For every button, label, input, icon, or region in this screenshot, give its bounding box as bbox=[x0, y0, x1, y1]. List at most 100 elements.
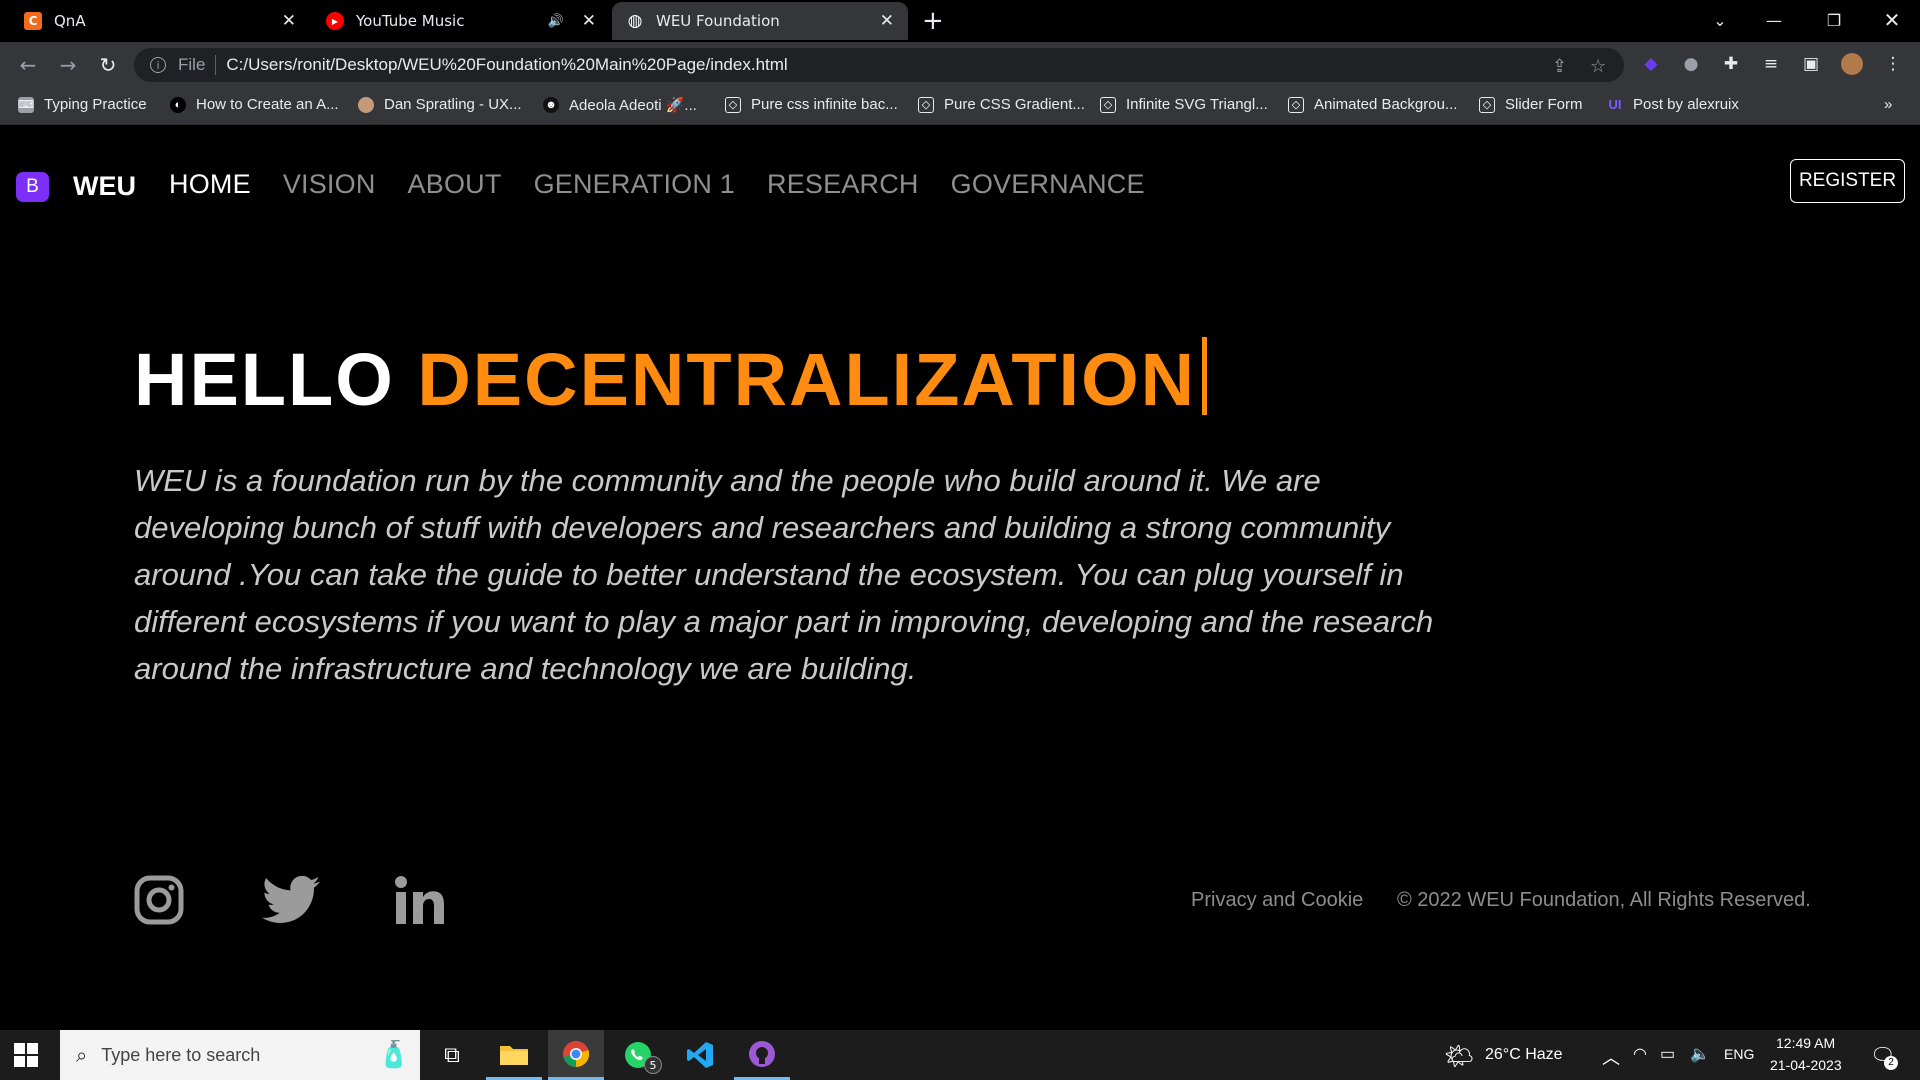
reload-icon[interactable]: ↻ bbox=[94, 51, 122, 79]
hero-paragraph: WEU is a foundation run by the community… bbox=[134, 463, 1434, 686]
bookmark-label: Infinite SVG Triangl... bbox=[1126, 96, 1268, 113]
tab-title: QnA bbox=[54, 12, 86, 30]
codepen-icon: ◇ bbox=[918, 96, 934, 113]
bookmark-adeola-adeoti[interactable]: ☻ Adeola Adeoti 🚀... bbox=[543, 96, 697, 114]
chrome-icon[interactable] bbox=[548, 1030, 604, 1080]
brand-name: WEU bbox=[73, 171, 136, 201]
info-icon[interactable]: i bbox=[150, 57, 166, 73]
bookmark-label: Slider Form bbox=[1505, 96, 1583, 113]
volume-icon[interactable]: 🔈 bbox=[1690, 1044, 1710, 1064]
url-text[interactable]: C:/Users/ronit/Desktop/WEU%20Foundation%… bbox=[226, 55, 787, 75]
bookmarks-bar: ⌨ Typing Practice ◐ How to Create an A... … bbox=[0, 88, 1920, 125]
nav-research[interactable]: RESEARCH bbox=[767, 169, 919, 200]
task-view-icon[interactable]: ⧉ bbox=[424, 1030, 480, 1080]
vscode-icon[interactable] bbox=[672, 1030, 728, 1080]
side-panel-icon[interactable]: ▣ bbox=[1800, 53, 1822, 75]
clock-date[interactable]: 21-04-2023 bbox=[1770, 1057, 1842, 1073]
clock-time[interactable]: 12:49 AM bbox=[1776, 1035, 1835, 1051]
bookmark-label: Pure CSS Gradient... bbox=[944, 96, 1085, 113]
avatar-icon: ☻ bbox=[543, 97, 559, 113]
wifi-icon[interactable]: ◠ bbox=[1633, 1044, 1647, 1064]
whatsapp-icon[interactable]: 5 bbox=[610, 1030, 666, 1080]
bookmark-github-article[interactable]: ◐ How to Create an A... bbox=[170, 96, 339, 113]
media-queue-icon[interactable]: ≡ bbox=[1760, 53, 1782, 75]
bookmark-pure-css-infinite[interactable]: ◇ Pure css infinite bac... bbox=[725, 96, 898, 113]
bookmark-infinite-svg[interactable]: ◇ Infinite SVG Triangl... bbox=[1100, 96, 1268, 113]
nav-home[interactable]: HOME bbox=[169, 169, 251, 200]
file-explorer-icon[interactable] bbox=[486, 1030, 542, 1080]
globe-icon: ◍ bbox=[627, 11, 643, 31]
codepen-icon: ◇ bbox=[1479, 96, 1495, 113]
close-icon[interactable]: ✕ bbox=[282, 11, 296, 31]
tab-title: WEU Foundation bbox=[656, 12, 780, 30]
bookmark-slider-form[interactable]: ◇ Slider Form bbox=[1479, 96, 1583, 113]
tab-youtube-music[interactable]: ▶ YouTube Music 🔊 ✕ bbox=[312, 2, 610, 40]
hero-title: HELLO DECENTRALIZATION bbox=[134, 337, 1208, 422]
windows-start-icon[interactable] bbox=[14, 1043, 38, 1071]
nav-vision[interactable]: VISION bbox=[283, 169, 376, 200]
search-icon: ⌕ bbox=[76, 1043, 88, 1067]
chevron-up-icon[interactable]: ︿ bbox=[1602, 1044, 1620, 1070]
bookmark-pure-css-gradient[interactable]: ◇ Pure CSS Gradient... bbox=[918, 96, 1085, 113]
close-window-button[interactable]: ✕ bbox=[1862, 0, 1920, 40]
bookmark-label: Adeola Adeoti 🚀... bbox=[569, 97, 697, 114]
weather-sun-icon[interactable]: 🌤 bbox=[1444, 1042, 1474, 1071]
keyboard-icon: ⌨ bbox=[18, 96, 34, 113]
back-arrow-icon[interactable]: ← bbox=[14, 51, 42, 79]
share-icon[interactable]: ⇪ bbox=[1552, 56, 1567, 77]
address-bar[interactable]: i File C:/Users/ronit/Desktop/WEU%20Foun… bbox=[134, 48, 1624, 82]
weather-text[interactable]: 26°C Haze bbox=[1485, 1046, 1563, 1064]
browser-menu-icon[interactable]: ⋮ bbox=[1882, 53, 1904, 75]
tab-search-chevron-icon[interactable]: ⌄ bbox=[1690, 0, 1750, 40]
tab-title: YouTube Music bbox=[356, 12, 465, 30]
search-highlight-icon: 🧴 bbox=[377, 1040, 410, 1070]
taskbar-search-box[interactable]: ⌕ Type here to search 🧴 bbox=[60, 1030, 420, 1080]
linkedin-icon[interactable] bbox=[393, 871, 447, 929]
instagram-icon[interactable] bbox=[133, 871, 185, 929]
youtube-music-icon: ▶ bbox=[326, 12, 344, 30]
search-placeholder: Type here to search bbox=[101, 1044, 261, 1065]
bookmark-post-alexruix[interactable]: UI Post by alexruix bbox=[1607, 96, 1739, 113]
bookmark-label: Pure css infinite bac... bbox=[751, 96, 898, 113]
close-icon[interactable]: ✕ bbox=[880, 11, 894, 31]
tab-qna[interactable]: C QnA ✕ bbox=[10, 2, 310, 40]
extension-diamond-icon[interactable]: ◆ bbox=[1640, 53, 1662, 75]
main-nav: HOME VISION ABOUT GENERATION 1 RESEARCH … bbox=[169, 169, 1177, 200]
github-icon: ◐ bbox=[170, 96, 186, 113]
typing-cursor bbox=[1202, 337, 1208, 415]
profile-avatar[interactable] bbox=[1841, 53, 1863, 75]
privacy-cookie-link[interactable]: Privacy and Cookie bbox=[1191, 889, 1363, 912]
windows-taskbar: ⌕ Type here to search 🧴 ⧉ 5 🌤 26°C Haze … bbox=[0, 1030, 1920, 1080]
forward-arrow-icon[interactable]: → bbox=[54, 51, 82, 79]
bookmark-label: Dan Spratling - UX... bbox=[384, 96, 522, 113]
brand[interactable]: B WEU bbox=[16, 171, 136, 202]
bookmark-dan-spratling[interactable]: Dan Spratling - UX... bbox=[358, 96, 522, 113]
language-indicator[interactable]: ENG bbox=[1724, 1046, 1754, 1062]
bookmark-animated-background[interactable]: ◇ Animated Backgrou... bbox=[1288, 96, 1457, 113]
register-button[interactable]: REGISTER bbox=[1790, 159, 1905, 203]
divider bbox=[215, 55, 217, 75]
github-desktop-icon[interactable] bbox=[734, 1030, 790, 1080]
avatar-icon bbox=[358, 96, 374, 113]
speaker-icon[interactable]: 🔊 bbox=[548, 14, 564, 29]
extensions-puzzle-icon[interactable]: ✚ bbox=[1720, 53, 1742, 75]
tab-strip: C QnA ✕ ▶ YouTube Music 🔊 ✕ ◍ WEU Founda… bbox=[0, 0, 1920, 42]
uiverse-icon: UI bbox=[1608, 97, 1622, 112]
battery-icon[interactable]: ▭ bbox=[1660, 1044, 1675, 1064]
minimize-button[interactable]: — bbox=[1744, 0, 1804, 40]
whatsapp-badge: 5 bbox=[644, 1056, 662, 1074]
extension-bulb-icon[interactable]: ● bbox=[1680, 53, 1702, 75]
close-icon[interactable]: ✕ bbox=[582, 11, 596, 31]
nav-about[interactable]: ABOUT bbox=[408, 169, 502, 200]
restore-button[interactable]: ❐ bbox=[1804, 0, 1864, 40]
bookmark-typing-practice[interactable]: ⌨ Typing Practice bbox=[18, 96, 147, 113]
tab-weu-foundation[interactable]: ◍ WEU Foundation ✕ bbox=[612, 2, 908, 40]
bookmarks-overflow-button[interactable]: » bbox=[1884, 96, 1892, 113]
nav-governance[interactable]: GOVERNANCE bbox=[951, 169, 1145, 200]
bookmark-label: Post by alexruix bbox=[1633, 96, 1739, 113]
nav-generation-1[interactable]: GENERATION 1 bbox=[534, 169, 735, 200]
twitter-icon[interactable] bbox=[261, 871, 321, 929]
new-tab-button[interactable]: + bbox=[922, 6, 944, 36]
hero-title-accent: DECENTRALIZATION bbox=[417, 338, 1197, 421]
bookmark-star-icon[interactable]: ☆ bbox=[1590, 56, 1606, 77]
